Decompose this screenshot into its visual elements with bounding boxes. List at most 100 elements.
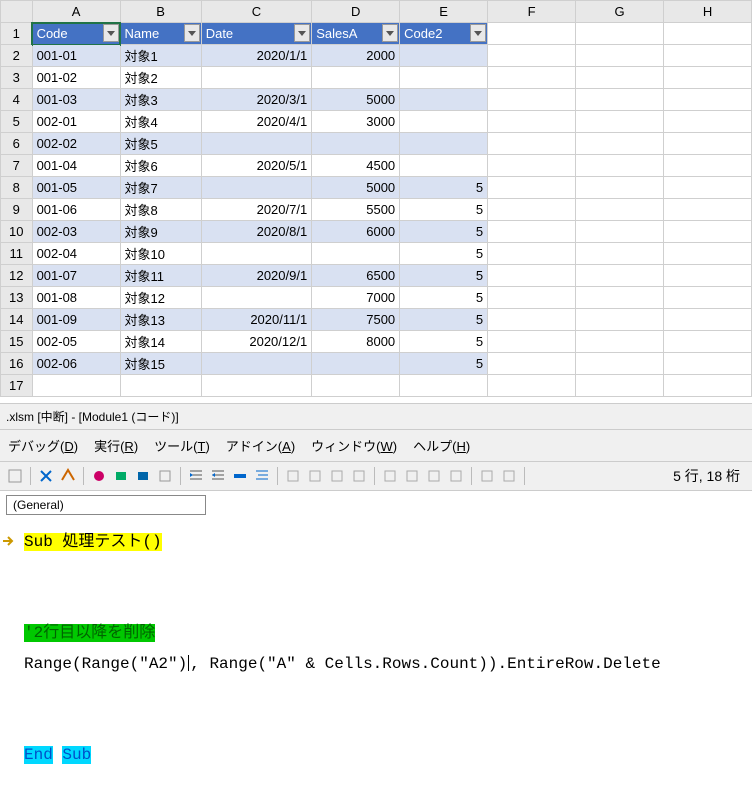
- menu-window[interactable]: ウィンドウ(W): [311, 436, 397, 455]
- cell[interactable]: [576, 309, 664, 331]
- filter-button[interactable]: [184, 24, 200, 42]
- table-header-code[interactable]: Code: [32, 23, 120, 45]
- cell[interactable]: [664, 375, 752, 397]
- select-all-corner[interactable]: [1, 1, 33, 23]
- table-header-date[interactable]: Date: [201, 23, 312, 45]
- col-header-E[interactable]: E: [400, 1, 488, 23]
- cell-code[interactable]: 001-08: [32, 287, 120, 309]
- cell-code[interactable]: 001-09: [32, 309, 120, 331]
- row-header[interactable]: 9: [1, 199, 33, 221]
- cell[interactable]: [488, 177, 576, 199]
- cell[interactable]: [664, 45, 752, 67]
- row-header[interactable]: 7: [1, 155, 33, 177]
- filter-button[interactable]: [382, 24, 398, 42]
- cell-name[interactable]: 対象2: [120, 67, 201, 89]
- cell-sales[interactable]: 6500: [312, 265, 400, 287]
- cell[interactable]: [488, 243, 576, 265]
- cell-sales[interactable]: [312, 133, 400, 155]
- menu-tool[interactable]: ツール(T): [154, 436, 210, 455]
- cell-code2[interactable]: 5: [400, 353, 488, 375]
- cell[interactable]: [664, 243, 752, 265]
- cell-sales[interactable]: 5500: [312, 199, 400, 221]
- cell-date[interactable]: [201, 133, 312, 155]
- cell-code[interactable]: 001-02: [32, 67, 120, 89]
- spreadsheet-grid[interactable]: A B C D E F G H 1 Code Name Date SalesA …: [0, 0, 752, 397]
- row-header[interactable]: 11: [1, 243, 33, 265]
- cell-date[interactable]: 2020/12/1: [201, 331, 312, 353]
- cell-code[interactable]: 001-03: [32, 89, 120, 111]
- row-header[interactable]: 4: [1, 89, 33, 111]
- cell[interactable]: [576, 133, 664, 155]
- cell-name[interactable]: 対象6: [120, 155, 201, 177]
- cell-date[interactable]: 2020/11/1: [201, 309, 312, 331]
- cell[interactable]: [664, 89, 752, 111]
- cell-code2[interactable]: 5: [400, 199, 488, 221]
- cell[interactable]: [664, 287, 752, 309]
- col-header-A[interactable]: A: [32, 1, 120, 23]
- cell[interactable]: [576, 89, 664, 111]
- cell[interactable]: [664, 199, 752, 221]
- cell[interactable]: [576, 67, 664, 89]
- col-header-D[interactable]: D: [312, 1, 400, 23]
- table-header-code2[interactable]: Code2: [400, 23, 488, 45]
- cell-code2[interactable]: [400, 67, 488, 89]
- outdent-button[interactable]: [209, 467, 227, 485]
- cell[interactable]: [576, 331, 664, 353]
- cell-code[interactable]: 001-05: [32, 177, 120, 199]
- cell-sales[interactable]: [312, 67, 400, 89]
- cell-date[interactable]: [201, 287, 312, 309]
- cell-code[interactable]: 002-04: [32, 243, 120, 265]
- cell[interactable]: [576, 111, 664, 133]
- menu-help[interactable]: ヘルプ(H): [413, 436, 470, 455]
- table-header-name[interactable]: Name: [120, 23, 201, 45]
- cell-code2[interactable]: [400, 111, 488, 133]
- cell[interactable]: [312, 375, 400, 397]
- cell-name[interactable]: 対象11: [120, 265, 201, 287]
- menu-run[interactable]: 実行(R): [94, 436, 138, 455]
- cell[interactable]: [576, 199, 664, 221]
- cell[interactable]: [488, 111, 576, 133]
- cell-name[interactable]: 対象3: [120, 89, 201, 111]
- cell-code[interactable]: 001-04: [32, 155, 120, 177]
- cell[interactable]: [488, 23, 576, 45]
- cell[interactable]: [576, 353, 664, 375]
- cell-code2[interactable]: [400, 89, 488, 111]
- cell-name[interactable]: 対象7: [120, 177, 201, 199]
- cell-date[interactable]: 2020/3/1: [201, 89, 312, 111]
- cell-code2[interactable]: 5: [400, 309, 488, 331]
- toolbar-btn[interactable]: [112, 467, 130, 485]
- cell-code[interactable]: 002-06: [32, 353, 120, 375]
- cell-code[interactable]: 001-06: [32, 199, 120, 221]
- toolbar-btn[interactable]: [134, 467, 152, 485]
- cell[interactable]: [576, 375, 664, 397]
- cell[interactable]: [576, 287, 664, 309]
- code-pane[interactable]: Sub 処理テスト() '2行目以降を削除 Range(Range("A2"),…: [0, 519, 752, 790]
- cell[interactable]: [488, 353, 576, 375]
- cell-code2[interactable]: 5: [400, 177, 488, 199]
- row-header[interactable]: 3: [1, 67, 33, 89]
- cell-date[interactable]: [201, 353, 312, 375]
- cell[interactable]: [488, 221, 576, 243]
- cell-code[interactable]: 002-03: [32, 221, 120, 243]
- cell[interactable]: [488, 67, 576, 89]
- procedure-dropdown[interactable]: (General): [6, 495, 206, 515]
- toolbar-btn[interactable]: [478, 467, 496, 485]
- cell-name[interactable]: 対象15: [120, 353, 201, 375]
- cell-sales[interactable]: 7500: [312, 309, 400, 331]
- col-header-B[interactable]: B: [120, 1, 201, 23]
- filter-button[interactable]: [294, 24, 310, 42]
- col-header-H[interactable]: H: [664, 1, 752, 23]
- cell[interactable]: [664, 353, 752, 375]
- row-header[interactable]: 13: [1, 287, 33, 309]
- cell[interactable]: [488, 375, 576, 397]
- filter-button[interactable]: [470, 24, 486, 42]
- toolbar-btn[interactable]: [90, 467, 108, 485]
- cell-sales[interactable]: 6000: [312, 221, 400, 243]
- cell-code[interactable]: 001-01: [32, 45, 120, 67]
- indent-button[interactable]: [187, 467, 205, 485]
- cell[interactable]: [664, 133, 752, 155]
- cell-sales[interactable]: 5000: [312, 177, 400, 199]
- cell[interactable]: [664, 331, 752, 353]
- cell[interactable]: [664, 23, 752, 45]
- toolbar-btn[interactable]: [328, 467, 346, 485]
